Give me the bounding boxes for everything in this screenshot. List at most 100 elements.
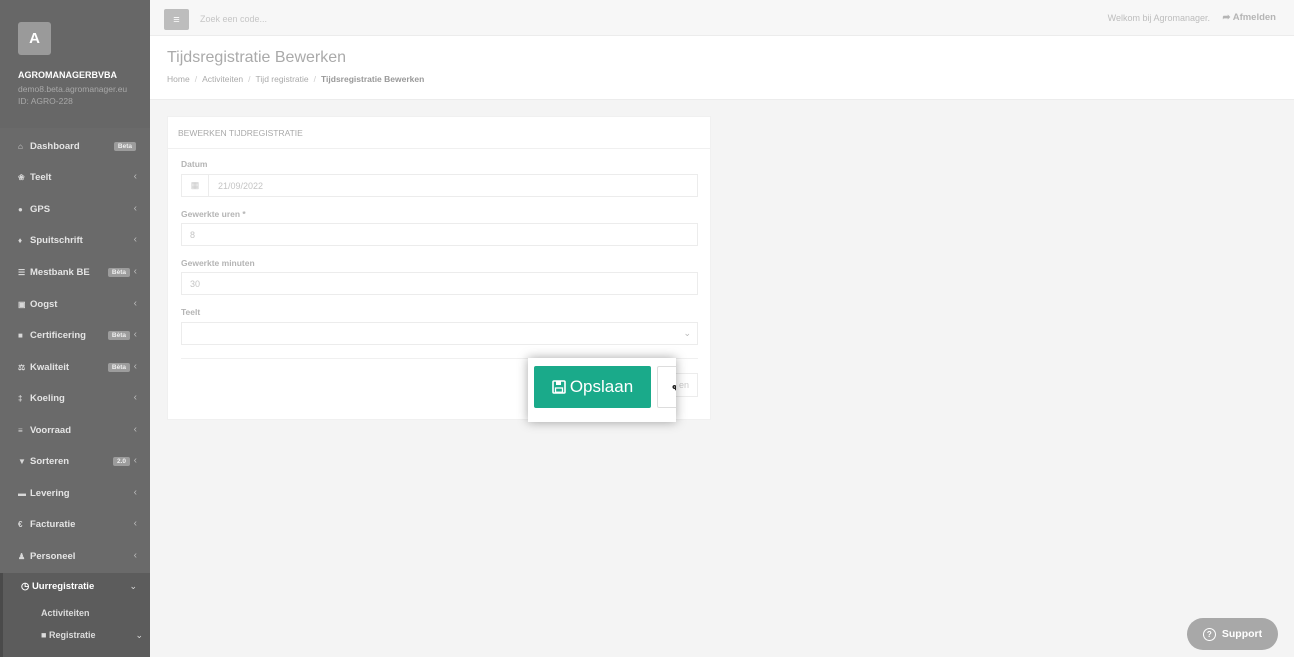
sidebar-item-uurregistratie-title[interactable]: ◷ Uurregistratie <box>21 581 94 592</box>
divider <box>168 148 710 149</box>
chevron-left-icon: ‹ <box>133 266 137 277</box>
save-button[interactable]: Opslaan <box>534 366 651 408</box>
chevron-left-icon: ‹ <box>133 392 137 403</box>
sidebar-item-uurregistratie[interactable]: ◷ Uurregistratie ⌄ Activiteiten ■ Regist… <box>0 573 150 657</box>
hamburger-icon: ≡ <box>173 13 180 26</box>
droplet-icon: ♦ <box>18 235 23 245</box>
chevron-left-icon: ‹ <box>133 455 137 466</box>
sidebar-item-label: Oogst <box>30 298 58 310</box>
sidebar-item-label: Levering <box>30 487 70 499</box>
sidebar-item-voorraad[interactable]: ≡ Voorraad ‹ <box>0 415 150 445</box>
arrow-icon: ↬ <box>672 381 676 395</box>
breadcrumb: Home / Activiteiten / Tijd registratie / Tijds… <box>167 74 424 84</box>
logout-link[interactable]: ➦ Afmelden <box>1222 12 1276 23</box>
datum-label: Datum <box>181 159 208 169</box>
search-input[interactable] <box>200 14 400 24</box>
sidebar-item-label: Facturatie <box>30 518 76 530</box>
clock-icon: ◷ <box>21 581 30 592</box>
uren-label: Gewerkte uren * <box>181 209 246 219</box>
breadcrumb-activiteiten[interactable]: Activiteiten <box>202 74 243 84</box>
sidebar-item-mestbank[interactable]: ☰ Mestbank BE Bèta ‹ <box>0 257 150 287</box>
sidebar-subitem-registratie[interactable]: ■ Registratie <box>41 630 95 640</box>
sidebar-item-teelt[interactable]: ❀ Teelt ‹ <box>0 162 150 192</box>
sidebar-item-gps[interactable]: ● GPS ‹ <box>0 194 150 224</box>
breadcrumb-separator: / <box>248 74 251 84</box>
sidebar-item-spuitschrift[interactable]: ♦ Spuitschrift ‹ <box>0 225 150 255</box>
teelt-select[interactable]: ⌄ <box>181 322 698 345</box>
sidebar: A AGROMANAGERBVBA demo8.beta.agromanager… <box>0 0 150 657</box>
thermometer-icon: ‡ <box>18 393 23 403</box>
sidebar-item-label: Personeel <box>30 550 76 562</box>
page-header: Tijdsregistratie Bewerken Home / Activitei… <box>150 36 1294 100</box>
sidebar-item-koeling[interactable]: ‡ Koeling ‹ <box>0 383 150 413</box>
teelt-label: Teelt <box>181 307 201 317</box>
chevron-left-icon: ‹ <box>133 298 137 309</box>
profile-block: A AGROMANAGERBVBA demo8.beta.agromanager… <box>0 0 150 128</box>
chevron-left-icon: ‹ <box>133 361 137 372</box>
sidebar-item-sorteren[interactable]: ▼ Sorteren 2.0 ‹ <box>0 446 150 476</box>
home-icon: ⌂ <box>18 141 23 151</box>
sidebar-subitem-activiteiten[interactable]: Activiteiten <box>41 608 90 618</box>
beta-badge: Beta <box>113 142 136 151</box>
breadcrumb-separator: / <box>313 74 316 84</box>
menu-toggle-button[interactable]: ≡ <box>164 9 189 30</box>
support-button[interactable]: ? Support <box>1187 618 1278 650</box>
folder-open-icon: ■ <box>41 630 47 640</box>
panel-title: BEWERKEN TIJDREGISTRATIE <box>178 128 303 138</box>
sidebar-item-label: GPS <box>30 203 51 215</box>
breadcrumb-home[interactable]: Home <box>167 74 190 84</box>
scale-icon: ⚖ <box>18 362 26 372</box>
sidebar-item-label: Mestbank BE <box>30 266 90 278</box>
chevron-left-icon: ‹ <box>133 487 137 498</box>
cancel-button[interactable]: ↬ <box>657 366 676 408</box>
uren-field[interactable]: 8 <box>181 223 698 246</box>
minuten-label: Gewerkte minuten <box>181 258 255 268</box>
chevron-left-icon: ‹ <box>133 329 137 340</box>
sidebar-item-certificering[interactable]: ■ Certificering Bèta ‹ <box>0 320 150 350</box>
company-name: AGROMANAGERBVBA <box>18 70 117 80</box>
euro-icon: € <box>18 519 23 529</box>
sidebar-item-label: Voorraad <box>30 424 72 436</box>
minuten-field[interactable]: 30 <box>181 272 698 295</box>
chevron-left-icon: ‹ <box>133 550 137 561</box>
sidebar-item-dashboard[interactable]: ⌂ Dashboard Beta <box>0 131 150 161</box>
sidebar-item-facturatie[interactable]: € Facturatie ‹ <box>0 509 150 539</box>
sidebar-subitem-label: Registratie <box>48 630 96 640</box>
floppy-disk-icon <box>552 380 566 394</box>
page-title: Tijdsregistratie Bewerken <box>167 49 347 66</box>
zoom-highlight: Opslaan ↬ <box>528 358 676 422</box>
bank-icon: ☰ <box>18 267 26 277</box>
beta-badge: Bèta <box>107 331 130 340</box>
basket-icon: ▣ <box>18 299 26 309</box>
leaf-icon: ❀ <box>18 172 25 182</box>
uren-value: 8 <box>190 229 196 240</box>
datum-field[interactable]: ▦ 21/09/2022 <box>181 174 698 197</box>
chevron-left-icon: ‹ <box>133 518 137 529</box>
minuten-value: 30 <box>190 278 201 289</box>
account-id: ID: AGRO-228 <box>18 96 73 106</box>
sidebar-item-label: Sorteren <box>30 455 70 467</box>
map-marker-icon: ● <box>18 204 23 214</box>
company-domain: demo8.beta.agromanager.eu <box>18 84 128 94</box>
sidebar-item-label: Teelt <box>30 171 52 183</box>
sidebar-item-kwaliteit[interactable]: ⚖ Kwaliteit Bèta ‹ <box>0 352 150 382</box>
list-icon: ≡ <box>18 425 23 435</box>
sidebar-item-oogst[interactable]: ▣ Oogst ‹ <box>0 289 150 319</box>
sidebar-item-levering[interactable]: ▬ Levering ‹ <box>0 478 150 508</box>
breadcrumb-current: Tijdsregistratie Bewerken <box>321 74 425 84</box>
truck-icon: ▬ <box>18 488 26 498</box>
filter-icon: ▼ <box>18 456 26 466</box>
avatar[interactable]: A <box>18 22 51 55</box>
chevron-down-icon: ⌄ <box>135 630 143 640</box>
breadcrumb-tijd-registratie[interactable]: Tijd registratie <box>256 74 309 84</box>
chevron-left-icon: ‹ <box>133 203 137 214</box>
sidebar-item-personeel[interactable]: ♟ Personeel ‹ <box>0 541 150 571</box>
chevron-left-icon: ‹ <box>133 234 137 245</box>
calendar-icon[interactable]: ▦ <box>182 175 209 196</box>
sidebar-item-label: Uurregistratie <box>31 581 95 592</box>
sidebar-item-label: Koeling <box>30 392 65 404</box>
sidebar-item-label: Certificering <box>30 329 86 341</box>
welcome-text: Welkom bij Agromanager. <box>1107 13 1210 23</box>
support-label: Support <box>1221 628 1263 640</box>
chevron-left-icon: ‹ <box>133 424 137 435</box>
